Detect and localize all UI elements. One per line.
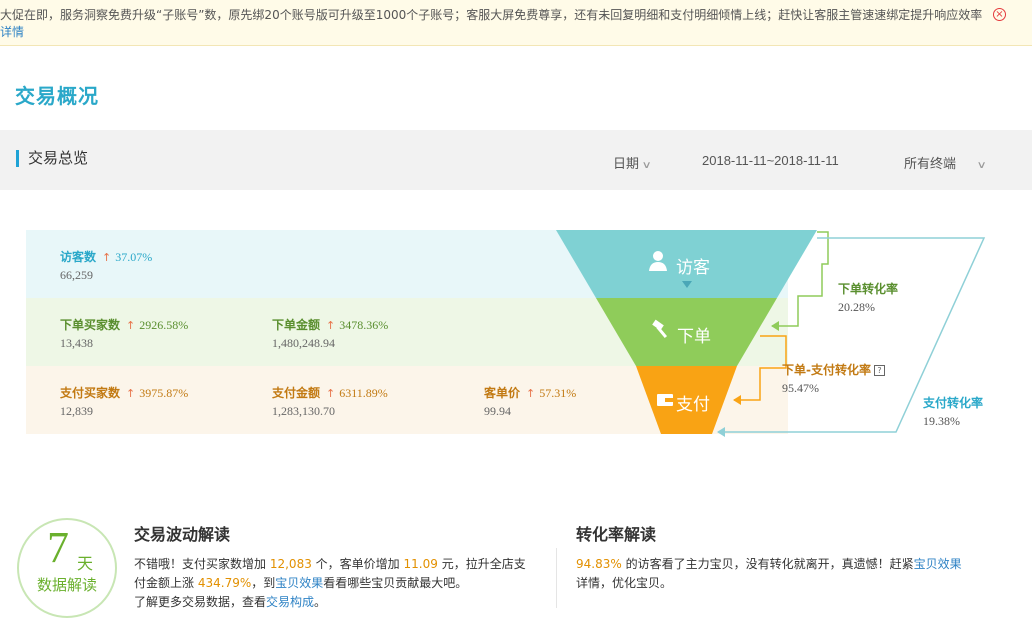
close-circle-icon[interactable]: × bbox=[993, 8, 1006, 21]
seven-day-badge: 7 天 数据解读 bbox=[17, 518, 117, 618]
pay-row: 支付买家数 ↑ 3975.87% 12,839 支付金额 ↑ 6311.89% 1,28… bbox=[26, 366, 788, 434]
metric-value: 1,480,248.94 bbox=[272, 336, 335, 350]
order-conversion-rate: 下单转化率 20.28% bbox=[838, 280, 898, 315]
conversion-analysis-body: 94.83% 的访客看了主力宝贝，没有转化就离开，真遗憾！赶紧宝贝效果 详情，优… bbox=[576, 555, 976, 593]
trend-up-icon: ↑ bbox=[326, 319, 336, 332]
chevron-down-icon: ∨ bbox=[641, 160, 652, 171]
text: 的访客看了主力宝贝，没有转化就离开，真遗憾！赶紧 bbox=[625, 557, 914, 571]
badge-text: 数据解读 bbox=[36, 576, 97, 594]
trend-up-icon: ↑ bbox=[102, 251, 112, 264]
metric-order-amount[interactable]: 下单金额 ↑ 3478.36% 1,480,248.94 bbox=[272, 316, 388, 351]
metric-label: 客单价 bbox=[484, 386, 521, 400]
metric-value: 12,839 bbox=[60, 404, 93, 418]
notice-text: 大促在即，服务洞察免费升级“子账号”数，原先绑20个账号版可升级至1000个子账… bbox=[0, 8, 983, 22]
metric-label: 访客数 bbox=[60, 250, 97, 264]
visit-row: 访客数 ↑ 37.07% 66,259 bbox=[26, 230, 788, 298]
text: 看看哪些宝贝贡献最大吧。 bbox=[323, 576, 468, 590]
highlight-value: 11.09 bbox=[403, 557, 438, 571]
trend-up-icon: ↑ bbox=[126, 387, 136, 400]
chevron-down-icon: ∨ bbox=[976, 160, 987, 171]
order-row: 下单买家数 ↑ 2926.58% 13,438 下单金额 ↑ 3478.36% 1,48… bbox=[26, 298, 788, 366]
conversion-value: 20.28% bbox=[838, 300, 875, 314]
conversion-label: 支付转化率 bbox=[923, 396, 984, 410]
divider bbox=[556, 548, 557, 608]
metric-value: 99.94 bbox=[484, 404, 511, 418]
funnel-pay-label: 支付 bbox=[676, 395, 710, 415]
conversion-value: 19.38% bbox=[923, 414, 960, 428]
overview-title: 交易总览 bbox=[16, 150, 88, 167]
highlight-value: 434.79% bbox=[197, 576, 252, 590]
item-effect-link[interactable]: 宝贝效果 bbox=[914, 557, 962, 571]
trend-up-icon: ↑ bbox=[126, 319, 136, 332]
metric-change: 57.31% bbox=[539, 386, 577, 400]
metric-value: 66,259 bbox=[60, 268, 93, 282]
date-dropdown-label: 日期 bbox=[613, 157, 640, 172]
order-pay-conversion-rate: 下单-支付转化率? 95.47% bbox=[782, 361, 885, 396]
metric-change: 3478.36% bbox=[339, 318, 389, 332]
metric-change: 2926.58% bbox=[139, 318, 189, 332]
metric-change: 6311.89% bbox=[339, 386, 388, 400]
conversion-analysis-title: 转化率解读 bbox=[576, 525, 657, 544]
date-dropdown[interactable]: 日期 ∨ bbox=[613, 153, 652, 172]
notice-detail-link[interactable]: 详情 bbox=[0, 24, 1006, 41]
metric-change: 37.07% bbox=[115, 250, 153, 264]
metric-label: 支付金额 bbox=[272, 386, 321, 400]
metric-label: 支付买家数 bbox=[60, 386, 121, 400]
metric-label: 下单金额 bbox=[272, 318, 321, 332]
metric-value: 1,283,130.70 bbox=[272, 404, 335, 418]
metric-pay-amount[interactable]: 支付金额 ↑ 6311.89% 1,283,130.70 bbox=[272, 384, 388, 419]
conversion-label: 下单转化率 bbox=[838, 282, 899, 296]
text: 详情，优化宝贝。 bbox=[576, 576, 673, 590]
conversion-label: 下单-支付转化率 bbox=[782, 363, 871, 377]
terminal-dropdown[interactable]: 所有终端 ∨ bbox=[904, 153, 987, 172]
funnel-visit-label: 访客 bbox=[676, 258, 710, 278]
terminal-dropdown-label: 所有终端 bbox=[904, 157, 957, 172]
date-range-picker[interactable]: 2018-11-11~2018-11-11 bbox=[702, 153, 839, 168]
badge-unit: 天 bbox=[77, 554, 94, 573]
text: 不错哦！支付买家数增加 bbox=[134, 557, 267, 571]
help-icon[interactable]: ? bbox=[873, 365, 885, 376]
page-title: 交易概况 bbox=[15, 84, 99, 108]
conversion-analysis: 转化率解读 94.83% 的访客看了主力宝贝，没有转化就离开，真遗憾！赶紧宝贝效… bbox=[576, 521, 976, 593]
trade-analysis-title: 交易波动解读 bbox=[134, 525, 231, 544]
badge-number: 7 bbox=[47, 523, 69, 572]
trade-composition-link[interactable]: 交易构成 bbox=[266, 595, 314, 609]
text: 。 bbox=[314, 595, 327, 609]
text: 了解更多交易数据，查看 bbox=[134, 595, 267, 609]
trade-analysis: 交易波动解读 不错哦！支付买家数增加 12,083 个，客单价增加 11.09 … bbox=[134, 521, 534, 612]
text: ，到 bbox=[251, 576, 276, 590]
metric-unit-price[interactable]: 客单价 ↑ 57.31% 99.94 bbox=[484, 384, 576, 419]
metric-change: 3975.87% bbox=[139, 386, 189, 400]
metric-visitors[interactable]: 访客数 ↑ 37.07% 66,259 bbox=[60, 248, 152, 283]
pay-conversion-rate: 支付转化率 19.38% bbox=[923, 394, 983, 429]
text: 个，客单价增加 bbox=[315, 557, 400, 571]
trend-up-icon: ↑ bbox=[326, 387, 336, 400]
metric-order-buyers[interactable]: 下单买家数 ↑ 2926.58% 13,438 bbox=[60, 316, 188, 351]
trade-analysis-body: 不错哦！支付买家数增加 12,083 个，客单价增加 11.09 元，拉升全店支… bbox=[134, 555, 534, 612]
notice-bar: 大促在即，服务洞察免费升级“子账号”数，原先绑20个账号版可升级至1000个子账… bbox=[0, 0, 1032, 46]
metric-pay-buyers[interactable]: 支付买家数 ↑ 3975.87% 12,839 bbox=[60, 384, 188, 419]
metric-label: 下单买家数 bbox=[60, 318, 121, 332]
overview-header: 交易总览 日期 ∨ 2018-11-11~2018-11-11 所有终端 ∨ bbox=[0, 130, 1032, 190]
highlight-value: 12,083 bbox=[269, 557, 312, 571]
funnel-order-label: 下单 bbox=[677, 327, 711, 347]
metric-value: 13,438 bbox=[60, 336, 93, 350]
trend-up-icon: ↑ bbox=[526, 387, 536, 400]
item-effect-link[interactable]: 宝贝效果 bbox=[275, 576, 323, 590]
conversion-value: 95.47% bbox=[782, 381, 819, 395]
highlight-value: 94.83% bbox=[576, 557, 622, 571]
